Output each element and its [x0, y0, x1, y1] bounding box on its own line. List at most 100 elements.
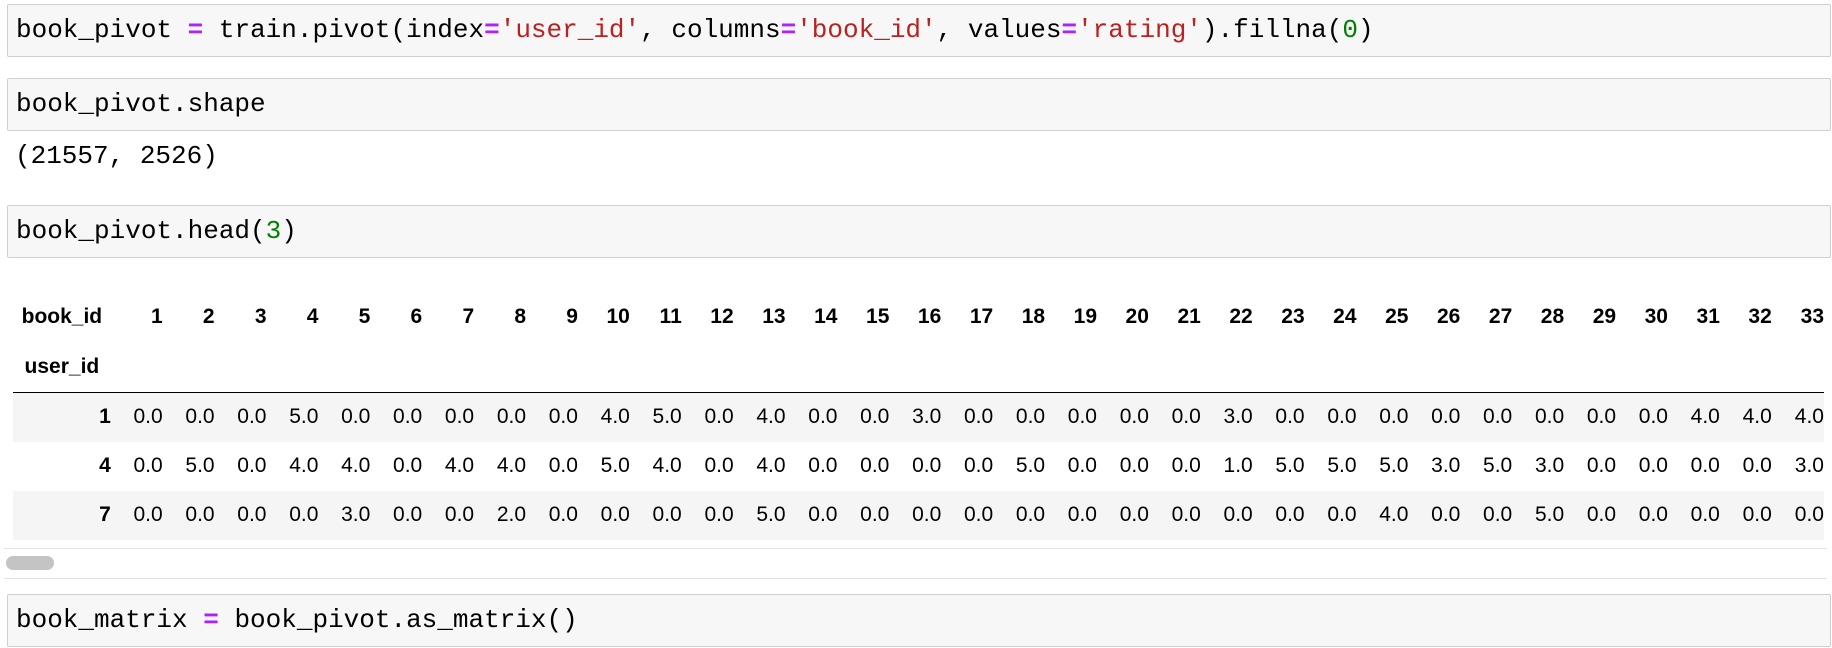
horizontal-scrollbar[interactable] [4, 548, 1827, 579]
column-header: 29 [1592, 305, 1617, 328]
table-cell: 0.0 [393, 454, 423, 477]
table-cell: 0.0 [133, 454, 163, 477]
empty-header-cell [267, 342, 319, 393]
column-header: 27 [1488, 305, 1513, 328]
table-cell: 4.0 [444, 454, 475, 477]
column-header: 25 [1385, 305, 1409, 328]
table-cell: 0.0 [1742, 503, 1772, 526]
table-cell: 4.0 [756, 405, 786, 429]
code-cell-matrix[interactable]: book_matrix = book_pivot.as_matrix() [7, 594, 1831, 647]
table-cell: 0.0 [1119, 454, 1149, 477]
table-cell: 0.0 [1015, 405, 1046, 429]
column-header: 3 [254, 305, 267, 328]
table-cell: 3.0 [1223, 405, 1253, 429]
empty-header-cell [318, 342, 370, 393]
empty-header-cell [630, 342, 682, 393]
row-index: 4 [99, 454, 111, 477]
table-cell: 0.0 [1067, 503, 1097, 526]
empty-header-cell [422, 342, 474, 393]
table-cell: 0.0 [1067, 454, 1097, 477]
table-cell: 0.0 [1067, 405, 1097, 429]
column-header: 14 [814, 305, 838, 328]
code-cell-shape[interactable]: book_pivot.shape [7, 78, 1831, 131]
table-cell: 5.0 [1275, 454, 1305, 477]
empty-header-cell [786, 342, 838, 393]
table-cell: 1.0 [1223, 454, 1253, 477]
table-cell: 0.0 [1379, 405, 1409, 429]
table-cell: 0.0 [1742, 454, 1772, 477]
column-header: 20 [1125, 305, 1149, 328]
empty-header-cell [163, 342, 215, 393]
table-cell: 0.0 [808, 454, 838, 477]
table-cell: 0.0 [600, 503, 630, 526]
table-row: 1 0.0 0.0 0.0 5.0 0.0 0.0 0.0 0.0 0.0 4.0 5.0 0.0 4.0… [13, 392, 1824, 442]
table-cell: 0.0 [963, 503, 994, 526]
table-cell: 0.0 [1171, 503, 1201, 526]
column-header: 2 [202, 305, 215, 328]
table-cell: 4.0 [289, 454, 319, 477]
table-cell: 0.0 [1327, 503, 1357, 526]
table-cell: 0.0 [548, 405, 578, 429]
column-header: 1 [151, 305, 163, 328]
code-line-head[interactable]: book_pivot.head(3) [16, 206, 297, 257]
table-cell: 0.0 [1586, 405, 1617, 429]
table-cell: 0.0 [860, 405, 890, 429]
empty-header-cell [993, 342, 1045, 393]
column-header: 10 [606, 305, 630, 328]
code-cell-head[interactable]: book_pivot.head(3) [7, 205, 1831, 258]
table-cell: 0.0 [963, 454, 994, 477]
column-header: 21 [1177, 305, 1201, 328]
table-cell: 0.0 [1171, 405, 1201, 429]
table-cell: 3.0 [1431, 454, 1461, 477]
empty-header-cell [1512, 342, 1564, 393]
empty-header-cell [1616, 342, 1668, 393]
table-cell: 0.0 [444, 405, 475, 429]
table-cell: 0.0 [1534, 405, 1565, 429]
code-cell-pivot[interactable]: book_pivot = train.pivot(index='user_id'… [7, 4, 1831, 57]
table-cell: 4.0 [1742, 405, 1772, 429]
index-name-header: user_id [24, 355, 100, 378]
code-line-shape[interactable]: book_pivot.shape [16, 79, 266, 130]
empty-header-cell [1408, 342, 1460, 393]
code-line-pivot[interactable]: book_pivot = train.pivot(index='user_id'… [16, 5, 1374, 56]
empty-header-cell [474, 342, 526, 393]
dataframe-table: book_id 1 2 3 4 5 6 7 8 9 10 11 12 13 14 15 16 17 18 19 20 2… [13, 292, 1824, 540]
empty-header-cell [370, 342, 422, 393]
table-cell: 0.0 [912, 454, 942, 477]
column-header: 5 [358, 305, 371, 328]
column-header: 26 [1436, 305, 1461, 328]
table-cell: 0.0 [1171, 454, 1201, 477]
empty-header-cell [1772, 342, 1824, 393]
table-row: 7 0.0 0.0 0.0 0.0 3.0 0.0 0.0 2.0 0.0 0.0 0.0 0.0 5.0… [13, 490, 1824, 540]
table-cell: 5.0 [1327, 454, 1357, 477]
column-header: 24 [1333, 305, 1357, 328]
column-header: 9 [566, 305, 578, 328]
table-cell: 0.0 [237, 503, 267, 526]
table-cell: 5.0 [1015, 454, 1046, 477]
table-cell: 4.0 [600, 405, 630, 429]
table-cell: 5.0 [600, 454, 630, 477]
empty-header-cell [526, 342, 578, 393]
column-header: 17 [969, 305, 994, 328]
empty-header-cell [1045, 342, 1097, 393]
table-cell: 0.0 [1690, 503, 1720, 526]
table-cell: 0.0 [341, 405, 371, 429]
column-header: 15 [866, 305, 890, 328]
table-cell: 0.0 [548, 503, 578, 526]
scrollbar-thumb[interactable] [6, 556, 54, 570]
column-header: 31 [1696, 305, 1720, 328]
table-cell: 0.0 [1223, 503, 1253, 526]
code-line-matrix[interactable]: book_matrix = book_pivot.as_matrix() [16, 595, 578, 646]
table-cell: 4.0 [496, 454, 527, 477]
row-index: 7 [99, 503, 111, 526]
empty-header-cell [215, 342, 267, 393]
column-header: 28 [1540, 305, 1565, 328]
column-header: 4 [306, 305, 319, 328]
table-cell: 0.0 [1327, 405, 1357, 429]
column-header: 6 [410, 305, 423, 328]
table-cell: 0.0 [1638, 503, 1668, 526]
column-header: 33 [1800, 305, 1824, 328]
column-header: 8 [514, 305, 527, 328]
table-cell: 0.0 [1431, 503, 1461, 526]
table-cell: 4.0 [1794, 405, 1824, 429]
